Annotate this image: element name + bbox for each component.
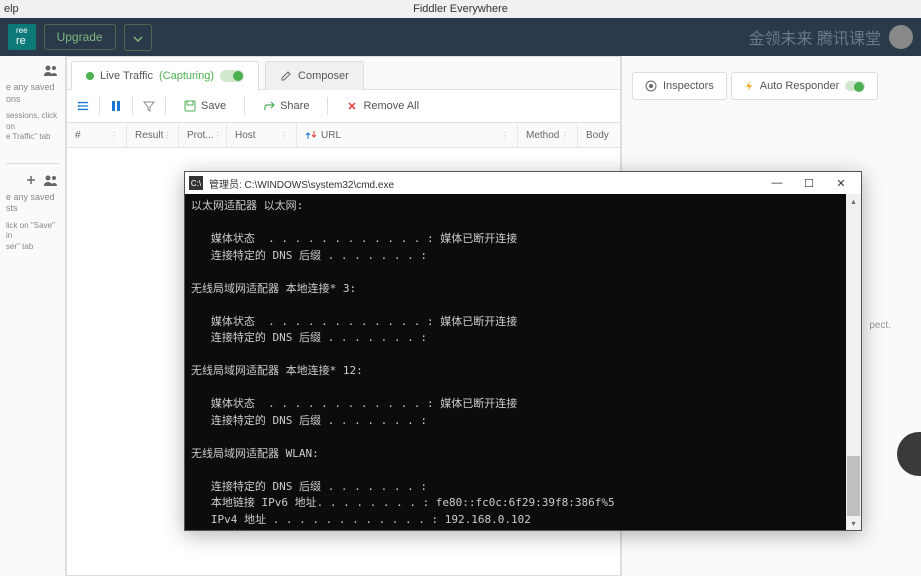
minimize-button[interactable]: — — [761, 173, 793, 193]
share-icon — [263, 100, 275, 112]
cmd-window: C:\ 管理员: C:\WINDOWS\system32\cmd.exe — ☐… — [184, 171, 862, 531]
inspect-icon — [645, 80, 657, 92]
col-url[interactable]: URL ⋮ — [297, 123, 518, 147]
saved-sessions-hint: sessions, click on e Traffic" tab — [6, 111, 59, 142]
col-method[interactable]: Method⋮ — [518, 123, 578, 147]
tab-auto-responder[interactable]: Auto Responder — [731, 72, 879, 100]
help-menu[interactable]: elp — [4, 3, 19, 15]
close-button[interactable]: ✕ — [825, 173, 857, 193]
watermark-text: 金领未来 腾讯课堂 — [749, 25, 881, 49]
remove-all-button[interactable]: Remove All — [338, 96, 427, 116]
col-protocol[interactable]: Prot...⋮ — [179, 123, 227, 147]
scroll-down-button[interactable]: ▾ — [846, 516, 861, 530]
lightning-icon — [744, 80, 754, 92]
saved-requests-label: e any saved sts — [6, 192, 59, 215]
col-body[interactable]: Body — [578, 123, 620, 147]
col-host[interactable]: Host⋮ — [227, 123, 297, 147]
scroll-thumb[interactable] — [847, 456, 860, 516]
saved-sessions-label: e any saved ons — [6, 82, 59, 105]
cmd-scrollbar[interactable]: ▴ ▾ — [846, 194, 861, 530]
avatar[interactable] — [889, 25, 913, 49]
col-num[interactable]: #⋮ — [67, 123, 127, 147]
cmd-title: 管理员: C:\WINDOWS\system32\cmd.exe — [209, 176, 761, 191]
stream-icon[interactable] — [77, 100, 89, 112]
app-title: Fiddler Everywhere — [413, 3, 508, 15]
cmd-titlebar[interactable]: C:\ 管理员: C:\WINDOWS\system32\cmd.exe — ☐… — [185, 172, 861, 194]
sort-icon — [305, 129, 317, 141]
pause-icon[interactable] — [110, 100, 122, 112]
auto-responder-toggle[interactable] — [845, 81, 865, 91]
scroll-up-button[interactable]: ▴ — [846, 194, 861, 208]
main-toolbar: reere Upgrade 金领未来 腾讯课堂 — [0, 18, 921, 56]
filter-icon[interactable] — [143, 100, 155, 112]
col-result[interactable]: Result⋮ — [127, 123, 179, 147]
upgrade-button[interactable]: Upgrade — [44, 24, 116, 50]
re-badge: reere — [8, 24, 36, 50]
plus-icon[interactable] — [25, 174, 37, 186]
sessions-table-header: #⋮ Result⋮ Prot...⋮ Host⋮ URL ⋮ Method⋮ … — [67, 123, 620, 148]
tab-composer[interactable]: Composer — [265, 61, 364, 90]
capture-toggle[interactable] — [220, 70, 244, 82]
people-icon[interactable] — [43, 174, 59, 186]
save-icon — [184, 100, 196, 112]
save-button[interactable]: Save — [176, 96, 234, 116]
remove-icon — [346, 100, 358, 112]
live-dot-icon — [86, 72, 94, 80]
cmd-icon: C:\ — [189, 176, 203, 190]
tab-live-traffic[interactable]: Live Traffic (Capturing) — [71, 61, 259, 90]
saved-requests-hint: lick on "Save" in ser" tab — [6, 221, 59, 252]
tab-inspectors[interactable]: Inspectors — [632, 72, 727, 100]
maximize-button[interactable]: ☐ — [793, 173, 825, 193]
left-sidebar: e any saved ons sessions, click on e Tra… — [0, 56, 66, 576]
upgrade-dropdown[interactable] — [124, 24, 152, 51]
cmd-output[interactable]: 以太网适配器 以太网: 媒体状态 . . . . . . . . . . . .… — [185, 194, 846, 530]
people-icon[interactable] — [43, 64, 59, 76]
composer-icon — [280, 70, 292, 82]
share-button[interactable]: Share — [255, 96, 317, 116]
